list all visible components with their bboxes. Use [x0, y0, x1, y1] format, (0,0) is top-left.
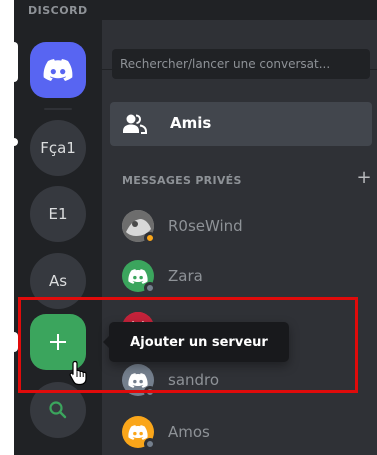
unread-indicator [14, 138, 18, 146]
dm-name: R0seWind [168, 217, 243, 235]
friends-label: Amis [170, 114, 212, 132]
friends-icon [123, 114, 147, 134]
search-input[interactable] [112, 49, 370, 79]
status-offline-icon [144, 438, 156, 450]
server-rail: Fça1 E1 As [14, 20, 102, 455]
home-button[interactable] [30, 42, 86, 98]
status-idle-icon [144, 232, 156, 244]
friends-button[interactable]: Amis [110, 102, 372, 146]
discord-logo-icon [128, 372, 148, 388]
explore-servers-button[interactable] [30, 382, 86, 438]
hover-indicator [14, 332, 18, 352]
selected-pill-indicator [14, 42, 18, 82]
dm-item-amos[interactable]: Amos [110, 410, 372, 454]
discord-logo-icon [128, 268, 148, 284]
server-e1[interactable]: E1 [30, 186, 86, 242]
dm-name: sandro [168, 371, 220, 389]
search-icon [49, 401, 67, 419]
server-as[interactable]: As [30, 253, 86, 309]
screenshot-frame: DISCORD Fça1 E1 As Rechercher/lancer une… [0, 0, 377, 455]
tooltip-arrow [103, 336, 109, 348]
dm-item-r0sewind[interactable]: R0seWind [110, 204, 372, 248]
title-bar: DISCORD [14, 0, 377, 20]
discord-wordmark: DISCORD [28, 4, 88, 17]
create-dm-icon[interactable]: + [356, 169, 372, 187]
plus-icon [50, 334, 66, 350]
discord-window: DISCORD Fça1 E1 As Rechercher/lancer une… [14, 0, 377, 455]
add-server-tooltip: Ajouter un serveur [103, 322, 289, 362]
server-fca1[interactable]: Fça1 [30, 120, 86, 176]
dm-name: Zara [168, 267, 203, 285]
dm-name: Amos [168, 423, 210, 441]
dm-item-zara[interactable]: Zara [110, 254, 372, 298]
hand-cursor-icon [69, 360, 87, 386]
dm-sidebar: Amis MESSAGES PRIVÉS + R0seWind [102, 20, 377, 455]
dm-section-header: MESSAGES PRIVÉS [122, 174, 242, 187]
rail-separator [44, 108, 72, 110]
tooltip-text: Ajouter un serveur [130, 334, 268, 350]
status-offline-icon [144, 386, 156, 398]
discord-logo-icon [128, 424, 148, 440]
discord-logo-icon [43, 59, 73, 81]
dm-item-sandro[interactable]: sandro [110, 358, 372, 402]
status-offline-icon [144, 282, 156, 294]
